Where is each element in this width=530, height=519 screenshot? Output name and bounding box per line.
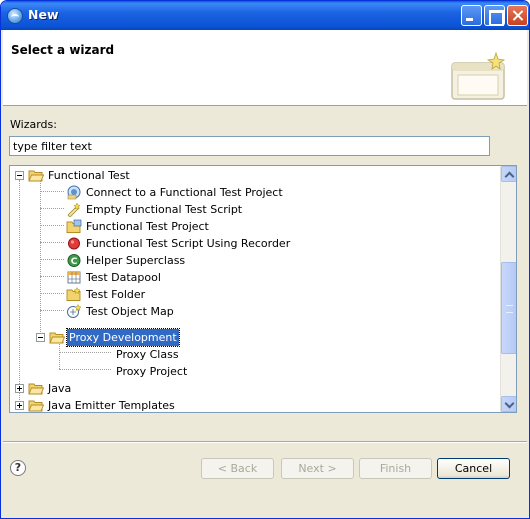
tree-item-label: Java Emitter Templates (48, 399, 175, 412)
expand-toggle[interactable] (15, 401, 24, 410)
tree-item-label: Proxy Class (116, 348, 179, 361)
empty-script-icon (67, 202, 81, 217)
wizard-header: Select a wizard (3, 30, 527, 106)
back-button[interactable]: < Back (201, 458, 274, 479)
close-button[interactable] (507, 5, 528, 26)
wizards-label: Wizards: (10, 118, 57, 131)
tree-item-proxy-class[interactable]: Proxy Class (10, 346, 500, 363)
tree-item-proxy-development[interactable]: Proxy Development (10, 328, 500, 347)
tree-item-label: Empty Functional Test Script (86, 203, 243, 216)
folder-icon (28, 383, 44, 395)
wizard-banner-icon (451, 51, 506, 100)
help-icon[interactable]: ? (10, 460, 26, 476)
helper-class-icon: C (67, 254, 81, 267)
tree-item-label: Test Datapool (86, 271, 161, 284)
vertical-scrollbar[interactable] (500, 166, 516, 412)
folder-open-icon (28, 170, 44, 182)
page-title: Select a wizard (11, 43, 115, 57)
object-map-icon (67, 304, 82, 318)
tree-item-label: Test Folder (86, 288, 146, 301)
record-icon (68, 237, 80, 250)
tree-item-label: Test Object Map (86, 305, 174, 318)
tree-item-label: Functional Test (48, 169, 130, 182)
scroll-up-button[interactable] (501, 166, 516, 182)
tree-item-empty-script[interactable]: Empty Functional Test Script (10, 201, 500, 218)
collapse-toggle[interactable] (15, 171, 24, 180)
collapse-toggle[interactable] (36, 333, 45, 342)
folder-icon (28, 400, 44, 412)
tree-item-script-recorder[interactable]: Functional Test Script Using Recorder (10, 235, 500, 252)
tree-item-functional-test[interactable]: Functional Test (10, 167, 500, 184)
cancel-button[interactable]: Cancel (437, 458, 510, 479)
svg-text:C: C (71, 257, 78, 267)
tree-item-label: Functional Test Script Using Recorder (86, 237, 291, 250)
footer-separator (3, 441, 527, 443)
expand-toggle[interactable] (15, 384, 24, 393)
finish-button[interactable]: Finish (359, 458, 432, 479)
filter-input[interactable] (9, 136, 490, 156)
next-button[interactable]: Next > (281, 458, 354, 479)
folder-open-icon (49, 332, 65, 344)
minimize-button[interactable] (461, 5, 482, 26)
connect-project-icon (67, 185, 81, 200)
title-bar[interactable]: New (1, 1, 529, 30)
scroll-down-button[interactable] (501, 396, 516, 412)
tree-item-test-object-map[interactable]: Test Object Map (10, 303, 500, 320)
folder-icon (66, 287, 81, 301)
wizard-tree[interactable]: Functional Test Connect to a Functional … (9, 165, 517, 413)
tree-item-java-emitter-templates[interactable]: Java Emitter Templates (10, 397, 500, 412)
window-title: New (28, 7, 59, 22)
tree-item-label: Connect to a Functional Test Project (86, 186, 283, 199)
scroll-thumb[interactable] (501, 262, 516, 354)
maximize-button[interactable] (484, 5, 505, 26)
tree-item-helper-superclass[interactable]: C Helper Superclass (10, 252, 500, 269)
tree-item-label: Java (48, 382, 72, 395)
tree-item-test-project[interactable]: Functional Test Project (10, 218, 500, 235)
datapool-icon (67, 271, 81, 284)
tree-item-test-folder[interactable]: Test Folder (10, 286, 500, 303)
tree-item-connect-project[interactable]: Connect to a Functional Test Project (10, 184, 500, 201)
new-wizard-dialog: New Select a wizard Wizards: type filter… (0, 0, 530, 519)
tree-item-label: Proxy Project (116, 365, 188, 378)
tree-item-java[interactable]: Java (10, 380, 500, 397)
tree-item-proxy-project[interactable]: Proxy Project (10, 363, 500, 380)
tree-item-label: Proxy Development (66, 328, 180, 347)
tree-item-label: Functional Test Project (86, 220, 209, 233)
project-icon (66, 219, 82, 233)
tree-item-label: Helper Superclass (86, 254, 186, 267)
eclipse-icon (7, 8, 23, 24)
tree-item-test-datapool[interactable]: Test Datapool (10, 269, 500, 286)
